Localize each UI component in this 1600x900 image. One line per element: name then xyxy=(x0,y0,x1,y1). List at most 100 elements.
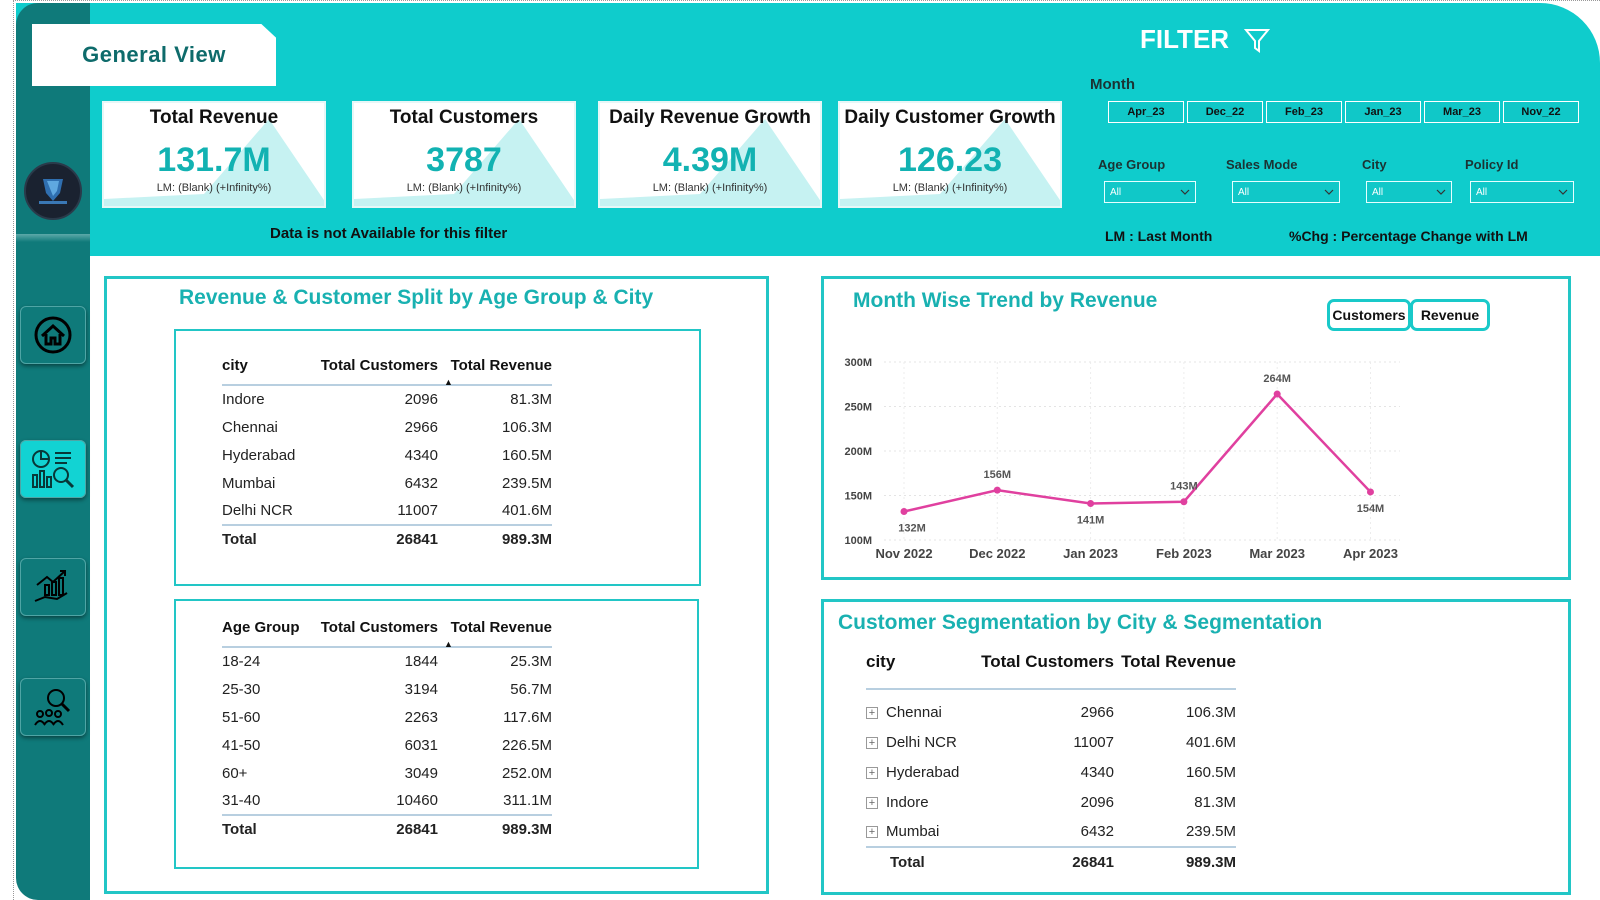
table-cell: 25.3M xyxy=(510,653,552,670)
column-header[interactable]: city xyxy=(866,652,970,690)
column-header[interactable]: Total Customers xyxy=(970,652,1114,690)
kpi-value: 131.7M xyxy=(157,141,271,179)
table-cell: 81.3M xyxy=(510,391,552,408)
column-header[interactable]: Age Group xyxy=(222,619,312,648)
shield-logo-icon xyxy=(39,179,67,204)
month-chip[interactable]: Mar_23 xyxy=(1424,101,1500,123)
segmentation-table: city Total Customers Total Revenue + Chen… xyxy=(866,652,1236,877)
table-cell: 26841 xyxy=(312,814,438,843)
table-row: 51-60 2263 117.6M xyxy=(222,703,552,731)
table-cell: Chennai xyxy=(222,418,278,436)
column-header-label: Total Revenue xyxy=(450,619,552,636)
table-cell: 26841 xyxy=(970,846,1114,877)
table-cell: 1844 xyxy=(404,653,438,670)
age-table-box: Age Group Total Customers Total Revenue ▲… xyxy=(174,599,699,869)
chevron-down-icon xyxy=(1180,189,1190,195)
kpi-title: Daily Revenue Growth xyxy=(609,107,811,128)
table-cell: 989.3M xyxy=(438,814,552,843)
expand-icon[interactable]: + xyxy=(866,736,878,749)
age-table: Age Group Total Customers Total Revenue ▲… xyxy=(222,619,552,843)
month-chip[interactable]: Dec_22 xyxy=(1187,101,1263,123)
customers-toggle-button[interactable]: Customers xyxy=(1327,299,1411,331)
table-cell: Mumbai xyxy=(222,474,276,492)
revenue-toggle-button[interactable]: Revenue xyxy=(1410,299,1490,331)
table-cell: Delhi NCR xyxy=(222,502,293,519)
table-cell: 106.3M xyxy=(501,418,552,436)
table-cell: Indore xyxy=(886,793,929,811)
table-cell: Indore xyxy=(222,391,265,408)
x-tick-label: Apr 2023 xyxy=(1343,546,1398,561)
expand-icon[interactable]: + xyxy=(866,796,878,809)
column-header-sorted[interactable]: Total Revenue ▲ xyxy=(438,619,552,649)
growth-hand-icon xyxy=(34,570,68,602)
table-cell: Chennai xyxy=(886,703,942,721)
table-cell: 989.3M xyxy=(438,524,552,553)
column-header-sorted[interactable]: Total Revenue ▲ xyxy=(438,357,552,387)
month-chip[interactable]: Nov_22 xyxy=(1503,101,1579,123)
sidebar-divider xyxy=(16,234,90,242)
nav-customer-search-button[interactable] xyxy=(20,678,86,736)
nav-general-view-button[interactable] xyxy=(20,440,86,498)
table-cell: 18-24 xyxy=(222,653,261,670)
column-header[interactable]: city xyxy=(222,357,312,386)
table-row: + Indore 2096 81.3M xyxy=(866,787,1236,817)
table-cell: 31-40 xyxy=(222,792,261,809)
nav-growth-button[interactable] xyxy=(20,558,86,616)
expand-icon[interactable]: + xyxy=(866,706,878,719)
sales-mode-label: Sales Mode xyxy=(1226,157,1298,172)
policy-id-dropdown[interactable]: All xyxy=(1470,181,1574,203)
kpi-total-customers: Total Customers 3787 LM: (Blank) (+Infin… xyxy=(352,101,576,208)
age-group-dropdown[interactable]: All xyxy=(1104,181,1196,203)
month-chip[interactable]: Apr_23 xyxy=(1108,101,1184,123)
kpi-subtitle: LM: (Blank) (+Infinity%) xyxy=(652,182,768,194)
table-cell: 239.5M xyxy=(1185,823,1236,840)
table-row: 18-24 1844 25.3M xyxy=(222,647,552,675)
city-dropdown[interactable]: All xyxy=(1366,181,1452,203)
expand-icon[interactable]: + xyxy=(866,766,878,779)
city-label: City xyxy=(1362,157,1387,172)
segmentation-panel-title: Customer Segmentation by City & Segmenta… xyxy=(838,611,1323,634)
table-cell: Hyderabad xyxy=(886,763,960,781)
kpi-title: Daily Customer Growth xyxy=(844,107,1056,128)
data-point xyxy=(1273,390,1281,398)
page-title: General View xyxy=(82,42,226,67)
table-cell: 2096 xyxy=(1080,793,1114,811)
table-cell: Delhi NCR xyxy=(886,733,957,751)
table-cell: 60+ xyxy=(222,764,248,782)
table-cell: 2263 xyxy=(404,708,438,726)
data-label: 154M xyxy=(1357,503,1385,515)
data-label: 156M xyxy=(984,469,1012,481)
table-cell: 2096 xyxy=(404,391,438,408)
table-cell: 3049 xyxy=(404,764,438,782)
chg-legend: %Chg : Percentage Change with LM xyxy=(1289,228,1528,244)
nav-home-button[interactable] xyxy=(20,306,86,364)
table-cell: Total xyxy=(222,814,312,843)
kpi-title: Total Revenue xyxy=(149,107,279,128)
column-header[interactable]: Total Customers xyxy=(312,619,438,648)
city-table: city Total Customers Total Revenue ▲ Indo… xyxy=(222,357,552,553)
table-row: 60+ 3049 252.0M xyxy=(222,759,552,787)
table-cell: 4340 xyxy=(404,446,438,464)
data-point xyxy=(1366,488,1374,496)
table-cell: 239.5M xyxy=(501,474,552,492)
column-header[interactable]: Total Revenue xyxy=(1114,652,1236,690)
policy-id-label: Policy Id xyxy=(1465,157,1519,172)
revenue-line-chart: 100M 150M 200M 250M 300M Nov 2022 Dec 2022 Jan … xyxy=(844,357,1400,561)
x-tick-label: Nov 2022 xyxy=(875,546,932,561)
table-cell: 6031 xyxy=(404,736,438,754)
table-cell: 56.7M xyxy=(510,680,552,698)
x-tick-label: Dec 2022 xyxy=(969,546,1025,561)
sales-mode-dropdown[interactable]: All xyxy=(1232,181,1340,203)
expand-icon[interactable]: + xyxy=(866,826,878,839)
x-tick-label: Feb 2023 xyxy=(1156,546,1212,561)
table-cell: 160.5M xyxy=(501,446,552,464)
table-row: + Mumbai 6432 239.5M xyxy=(866,817,1236,847)
kpi-daily-revenue-growth: Daily Revenue Growth 4.39M LM: (Blank) (… xyxy=(598,101,822,208)
y-tick-label: 300M xyxy=(844,357,872,369)
column-header-label: Total Revenue xyxy=(450,357,552,374)
month-chip[interactable]: Feb_23 xyxy=(1266,101,1342,123)
column-header[interactable]: Total Customers xyxy=(312,357,438,386)
month-chip[interactable]: Jan_23 xyxy=(1345,101,1421,123)
data-label: 132M xyxy=(898,523,926,535)
data-point xyxy=(900,508,908,516)
